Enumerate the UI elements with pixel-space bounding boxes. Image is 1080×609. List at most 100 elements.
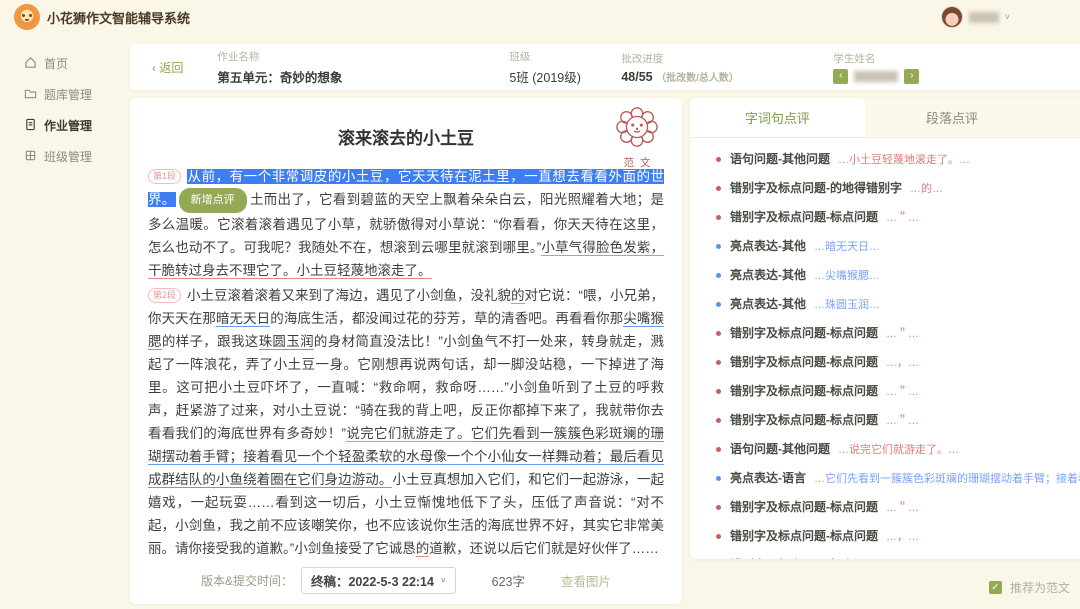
essay-body: 第1段从前，有一个非常调皮的小土豆，它天天待在泥土里，一直想去看看外面的世界。新…	[148, 165, 664, 560]
user-avatar	[941, 6, 963, 28]
comment-bullet-icon	[716, 244, 721, 249]
comment-snippet: …＂…	[886, 499, 1080, 515]
assignment-name-field: 作业名称 第五单元：奇妙的想象	[217, 49, 509, 86]
sidebar-item-1[interactable]: 题库管理	[0, 79, 130, 110]
comment-snippet: …的…	[910, 180, 1080, 196]
paragraph-tag: 第2段	[148, 288, 181, 303]
comment-bullet-icon	[716, 389, 721, 394]
student-name-label: 学生姓名	[833, 51, 1001, 66]
chevron-down-icon: ˅	[1005, 12, 1010, 22]
comment-category-label: 亮点表达-其他	[730, 266, 806, 283]
user-menu[interactable]: ˅	[941, 6, 1010, 28]
comment-category-label: 错别字及标点问题-标点问题	[730, 324, 878, 341]
recommend-checkbox[interactable]: ✓	[989, 581, 1002, 594]
version-select[interactable]: 终稿：2022-5-3 22:14 ˅	[301, 567, 456, 594]
comment-row[interactable]: 亮点表达-其他…暗无天日…	[690, 231, 1080, 260]
grading-progress-label: 批改进度	[621, 51, 833, 66]
comment-snippet: …＂…	[886, 325, 1080, 341]
comment-row[interactable]: 亮点表达-其他…尖嘴猴腮…	[690, 260, 1080, 289]
essay-text-segment-u-blue[interactable]: 暗无天日	[216, 311, 270, 327]
essay-card: 范文 滚来滚去的小土豆 第1段从前，有一个非常调皮的小土豆，它天天待在泥土里，一…	[130, 98, 682, 604]
comment-snippet: …珠圆玉润…	[814, 296, 1080, 312]
sidebar-item-label: 首页	[44, 55, 68, 72]
comment-bullet-icon	[716, 476, 721, 481]
home-icon	[24, 56, 37, 72]
comment-bullet-icon	[716, 157, 721, 162]
tab-2[interactable]: 教师总评	[1039, 98, 1080, 137]
user-name-masked	[969, 12, 999, 23]
comment-snippet: …暗无天日…	[814, 238, 1080, 254]
app-header: 小花狮作文智能辅导系统 ˅	[0, 0, 1080, 34]
comment-snippet: …＂…	[886, 412, 1080, 428]
recommend-label: 推荐为范文	[1010, 579, 1070, 596]
lion-seal-icon	[614, 104, 660, 150]
word-count: 623字	[492, 571, 525, 590]
next-student-button[interactable]: ›	[904, 69, 919, 84]
comment-category-label: 语句问题-其他问题	[730, 150, 830, 167]
sidebar: 首页题库管理作业管理班级管理	[0, 34, 130, 609]
comment-row[interactable]: 错别字及标点问题-标点问题 …＂…	[690, 318, 1080, 347]
app-logo-lion-icon	[16, 6, 38, 28]
comment-bullet-icon	[716, 273, 721, 278]
comment-row[interactable]: 语句问题-其他问题 …小土豆轻蔑地滚走了。…	[690, 144, 1080, 173]
comment-bullet-icon	[716, 418, 721, 423]
seal-text: 范文	[612, 155, 668, 170]
essay-text-segment-u-red[interactable]: 说完它们就游走了。	[346, 426, 471, 442]
comment-snippet: …，…	[886, 528, 1080, 544]
comment-category-label: 错别字及标点问题-标点问题	[730, 411, 878, 428]
comment-bullet-icon	[716, 360, 721, 365]
comment-row[interactable]: 错别字及标点问题-标点问题…，…	[690, 347, 1080, 376]
comment-category-label: 错别字及标点问题-标点问题	[730, 208, 878, 225]
comment-row[interactable]: 语句问题-其他问题 …说完它们就游走了。…	[690, 434, 1080, 463]
assignment-name-value: 第五单元：奇妙的想象	[217, 67, 509, 86]
version-label: 版本&提交时间：	[201, 572, 293, 589]
comment-row[interactable]: 错别字及标点问题-的地得错别字…的…	[690, 173, 1080, 202]
essay-paragraph-1: 第1段从前，有一个非常调皮的小土豆，它天天待在泥土里，一直想去看看外面的世界。新…	[148, 165, 664, 282]
back-button[interactable]: ‹ 返回	[152, 59, 183, 76]
comment-bullet-icon	[716, 186, 721, 191]
app-title: 小花狮作文智能辅导系统	[47, 8, 190, 27]
comment-row[interactable]: 错别字及标点问题-标点问题…，…	[690, 521, 1080, 550]
comment-category-label: 错别字及标点问题-标点问题	[730, 498, 878, 515]
essay-text-segment-u-red[interactable]: 的	[511, 288, 525, 304]
grading-progress-suffix: （批改数/总人数）	[656, 73, 739, 84]
comment-category-label: 错别字及标点问题-标点问题	[730, 353, 878, 370]
comment-row[interactable]: 错别字及标点问题-标点问题…＂…	[690, 376, 1080, 405]
essay-paragraph-2: 第2段小土豆滚着滚着又来到了海边，遇见了小剑鱼，没礼貌的对它说：“喂，小兄弟，你…	[148, 284, 664, 560]
tab-1[interactable]: 段落点评	[865, 98, 1040, 137]
add-comment-button[interactable]: 新增点评	[179, 188, 247, 213]
assignment-name-label: 作业名称	[217, 49, 509, 64]
prev-student-button[interactable]: ‹	[833, 69, 848, 84]
panel-footer: ✓ 推荐为范文 i 发布点评	[690, 559, 1080, 604]
essay-text-segment-plain: 的身材简直没法比！”小剑鱼气不打一处来，转身就走，溅起了一阵浪花，弄了小土豆一身…	[148, 334, 664, 441]
model-essay-seal: 范文	[606, 104, 668, 170]
class-value: 5班 (2019级)	[509, 67, 621, 86]
essay-text-segment-u-red[interactable]: 的	[416, 541, 430, 557]
comment-list: 语句问题-其他问题…小土豆轻蔑地滚走了。…错别字及标点问题-的地得错别字…的…错…	[690, 138, 1080, 559]
grading-progress-value: 48/55 （批改数/总人数）	[621, 69, 833, 84]
view-images-link[interactable]: 查看图片	[561, 571, 611, 590]
essay-title: 滚来滚去的小土豆	[148, 124, 664, 149]
comment-category-label: 亮点表达-语言	[730, 469, 806, 486]
tab-0[interactable]: 字词句点评	[690, 98, 865, 137]
comment-row[interactable]: 错别字及标点问题-标点问题…＂…	[690, 202, 1080, 231]
sidebar-item-3[interactable]: 班级管理	[0, 141, 130, 172]
comment-row[interactable]: 亮点表达-其他…珠圆玉润…	[690, 289, 1080, 318]
essay-text-segment-plain: 道歉，还说以后它们就是好伙伴了……	[429, 541, 659, 556]
comment-tabs: 字词句点评段落点评教师总评	[690, 98, 1080, 138]
sidebar-item-0[interactable]: 首页	[0, 48, 130, 79]
comment-row[interactable]: 亮点表达-语言…它们先看到一簇簇色彩斑斓的珊瑚摆动着手臂；接着看见一个个轻盈柔软…	[690, 463, 1080, 492]
sidebar-item-label: 题库管理	[44, 86, 92, 103]
comment-row[interactable]: 错别字及标点问题-标点问题…，…	[690, 550, 1080, 559]
comment-snippet: …小土豆轻蔑地滚走了。…	[838, 151, 1080, 167]
comment-row[interactable]: 错别字及标点问题-标点问题 …＂…	[690, 405, 1080, 434]
comment-category-label: 语句问题-其他问题	[730, 440, 830, 457]
paragraph-tag: 第1段	[148, 169, 181, 184]
folder-icon	[24, 87, 37, 103]
comment-row[interactable]: 错别字及标点问题-标点问题 …＂…	[690, 492, 1080, 521]
essay-footer: 版本&提交时间： 终稿：2022-5-3 22:14 ˅ 623字 查看图片	[130, 567, 682, 594]
comment-snippet: …＂…	[886, 383, 1080, 399]
comment-snippet: …说完它们就游走了。…	[838, 441, 1080, 457]
sidebar-item-2[interactable]: 作业管理	[0, 110, 130, 141]
essay-text-segment-u-blue[interactable]: 珠圆玉润	[259, 334, 314, 350]
